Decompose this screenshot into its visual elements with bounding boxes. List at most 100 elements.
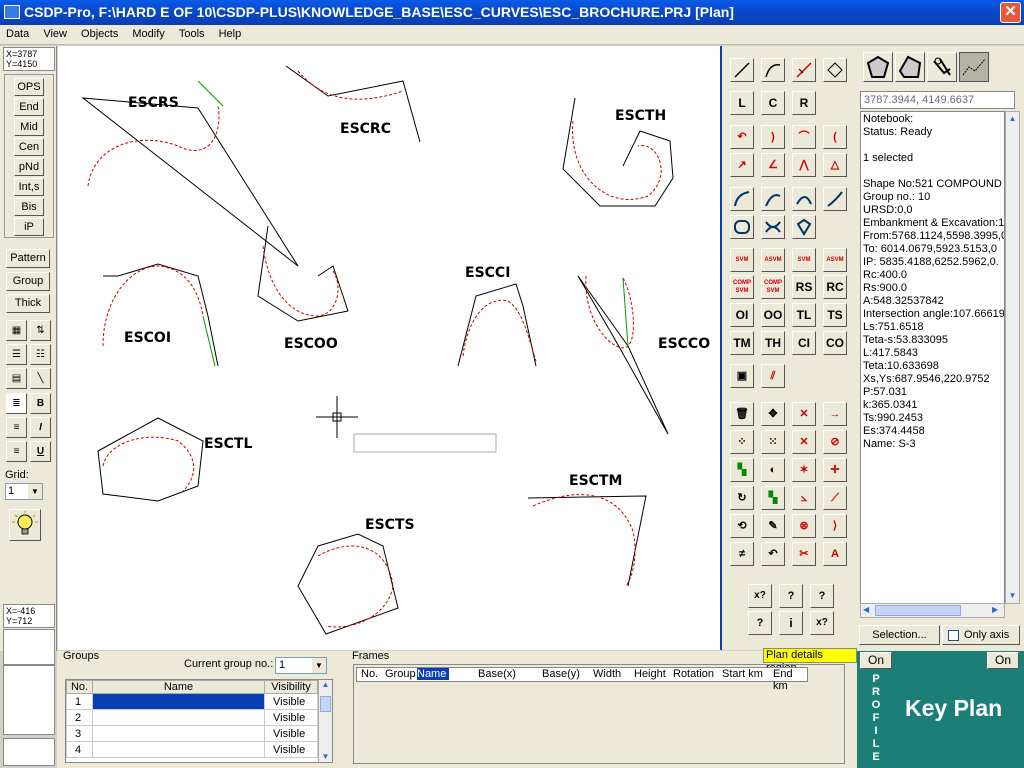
- points-icon[interactable]: ⁘: [730, 430, 754, 454]
- undo-icon[interactable]: ↶: [761, 542, 785, 566]
- scroll-up-icon[interactable]: ▲: [1006, 112, 1019, 126]
- cross-loop-tool-icon[interactable]: [761, 215, 785, 239]
- chevron-down-icon[interactable]: ▼: [28, 484, 42, 499]
- grid-icon[interactable]: ▤: [6, 368, 27, 389]
- group-row-visibility[interactable]: Visible: [264, 709, 318, 726]
- scroll-down-icon[interactable]: ▼: [1006, 589, 1019, 603]
- snap-ints-button[interactable]: Int,s: [14, 178, 44, 196]
- parallel-tool-icon[interactable]: ⫽: [761, 364, 785, 388]
- curve-tool-4-icon[interactable]: (: [823, 125, 847, 149]
- svm-tool-button-2[interactable]: SVM: [792, 248, 816, 272]
- line-tool-icon[interactable]: [730, 58, 754, 82]
- underline-button[interactable]: U: [30, 441, 51, 462]
- group-blocks-icon[interactable]: ▚: [761, 486, 785, 510]
- comp-svm-tool-button[interactable]: COMP SVM: [730, 275, 754, 299]
- current-group-select[interactable]: 1 ▼: [275, 657, 327, 674]
- snap-bis-button[interactable]: Bis: [14, 198, 44, 216]
- properties-icon[interactable]: ▦: [6, 320, 27, 341]
- svm-tool-button[interactable]: SVM: [730, 248, 754, 272]
- frames-header-width[interactable]: Width: [593, 668, 621, 680]
- oo-tool-button[interactable]: OO: [761, 303, 785, 327]
- asvm-tool-button[interactable]: ASVM: [761, 248, 785, 272]
- align-justify-icon[interactable]: ≣: [6, 393, 27, 414]
- tl-tool-button[interactable]: TL: [792, 303, 816, 327]
- co-tool-button[interactable]: CO: [823, 331, 847, 355]
- group-row-visibility[interactable]: Visible: [264, 741, 318, 758]
- spiral-tool-3-icon[interactable]: [792, 187, 816, 211]
- spiral-tool-2-icon[interactable]: [761, 187, 785, 211]
- circle-trim-icon[interactable]: ⊗: [792, 514, 816, 538]
- menu-data[interactable]: Data: [0, 25, 34, 40]
- table-row[interactable]: 3 Visible: [66, 725, 318, 742]
- frames-header-start-km[interactable]: Start km: [722, 668, 763, 680]
- curve-tool-6-icon[interactable]: ∠: [761, 153, 785, 177]
- list-icon[interactable]: ☰: [6, 344, 27, 365]
- loop-tool-icon[interactable]: [730, 215, 754, 239]
- shape-edit-icon[interactable]: [895, 52, 925, 82]
- close-button[interactable]: ✕: [1000, 2, 1021, 23]
- frames-header-rotation[interactable]: Rotation: [673, 668, 714, 680]
- frames-header-no[interactable]: No.: [361, 668, 378, 680]
- profile-chart-icon[interactable]: [959, 52, 989, 82]
- oi-tool-button[interactable]: OI: [730, 303, 754, 327]
- not-equal-icon[interactable]: ≠: [730, 542, 754, 566]
- arc-tool-icon[interactable]: [761, 58, 785, 82]
- list-detail-icon[interactable]: ☷: [30, 344, 51, 365]
- groups-scrollbar[interactable]: ▲ ▼: [318, 680, 332, 762]
- snap-cen-button[interactable]: Cen: [14, 138, 44, 156]
- l-tool-button[interactable]: L: [730, 91, 754, 115]
- align-left-icon[interactable]: ≡: [6, 417, 27, 438]
- groups-scroll-thumb[interactable]: [320, 696, 331, 712]
- line-style-icon[interactable]: ╲: [30, 368, 51, 389]
- frames-header-basex[interactable]: Base(x): [478, 668, 516, 680]
- delete-icon[interactable]: 🗑: [730, 402, 754, 426]
- erase-shape-tool-icon[interactable]: [823, 58, 847, 82]
- frames-header-height[interactable]: Height: [634, 668, 666, 680]
- tm-tool-button[interactable]: TM: [730, 331, 754, 355]
- selection-button[interactable]: Selection...: [859, 625, 940, 645]
- mirror-icon[interactable]: ◐: [761, 458, 785, 482]
- curve-tool-7-icon[interactable]: ⋀: [792, 153, 816, 177]
- frames-header-basey[interactable]: Base(y): [542, 668, 580, 680]
- ts-tool-button[interactable]: TS: [823, 303, 847, 327]
- spiral-tool-1-icon[interactable]: [730, 187, 754, 211]
- query-x2-button[interactable]: x?: [810, 611, 834, 635]
- hand-pan-icon[interactable]: [927, 52, 957, 82]
- group-row-visibility[interactable]: Visible: [264, 693, 318, 710]
- table-row[interactable]: 2 Visible: [66, 709, 318, 726]
- italic-button[interactable]: I: [30, 417, 51, 438]
- snap-pnd-button[interactable]: pNd: [14, 158, 44, 176]
- grid-select[interactable]: 1 ▼: [5, 483, 43, 500]
- intersect-icon[interactable]: ✶: [792, 458, 816, 482]
- break-icon[interactable]: ✂: [792, 542, 816, 566]
- sort-az-icon[interactable]: ⇅: [30, 320, 51, 341]
- circle-cut-icon[interactable]: ⊘: [823, 430, 847, 454]
- rs-tool-button[interactable]: RS: [792, 275, 816, 299]
- edit-line-tool-icon[interactable]: [792, 58, 816, 82]
- bracket-icon[interactable]: ⟩: [823, 514, 847, 538]
- cross-icon[interactable]: ✛: [823, 458, 847, 482]
- info-horizontal-scrollbar[interactable]: ◀ ▶: [860, 603, 1005, 618]
- snap-mid-button[interactable]: Mid: [14, 118, 44, 136]
- scroll-left-icon[interactable]: ◀: [863, 605, 873, 616]
- only-axis-checkbox[interactable]: [948, 630, 959, 641]
- thick-button[interactable]: Thick: [6, 294, 50, 313]
- snap-ops-button[interactable]: OPS: [14, 78, 44, 96]
- curve-tool-2-icon[interactable]: ): [761, 125, 785, 149]
- group-row-name[interactable]: [92, 709, 265, 726]
- rotate-icon[interactable]: ↻: [730, 486, 754, 510]
- layout-tool-icon[interactable]: ▣: [730, 364, 754, 388]
- text-a-icon[interactable]: A: [823, 542, 847, 566]
- only-axis-toggle[interactable]: Only axis: [942, 625, 1020, 645]
- align-center-icon[interactable]: ≡: [6, 441, 27, 462]
- info-vertical-scrollbar[interactable]: ▲ ▼: [1005, 111, 1020, 604]
- lightbulb-icon[interactable]: [9, 509, 41, 541]
- groups-header-visibility[interactable]: Visibility: [264, 680, 318, 694]
- diamond-tool-icon[interactable]: [792, 215, 816, 239]
- c-tool-button[interactable]: C: [761, 91, 785, 115]
- query-pen-button[interactable]: ?: [779, 584, 803, 608]
- key-plan-on-button[interactable]: On: [987, 652, 1019, 669]
- group-row-visibility[interactable]: Visible: [264, 725, 318, 742]
- drawing-canvas[interactable]: ESCRS ESCRC ESCTH ESCCI ESCOI ESCOO ESCC…: [58, 46, 720, 650]
- edit-text-icon[interactable]: ✎: [761, 514, 785, 538]
